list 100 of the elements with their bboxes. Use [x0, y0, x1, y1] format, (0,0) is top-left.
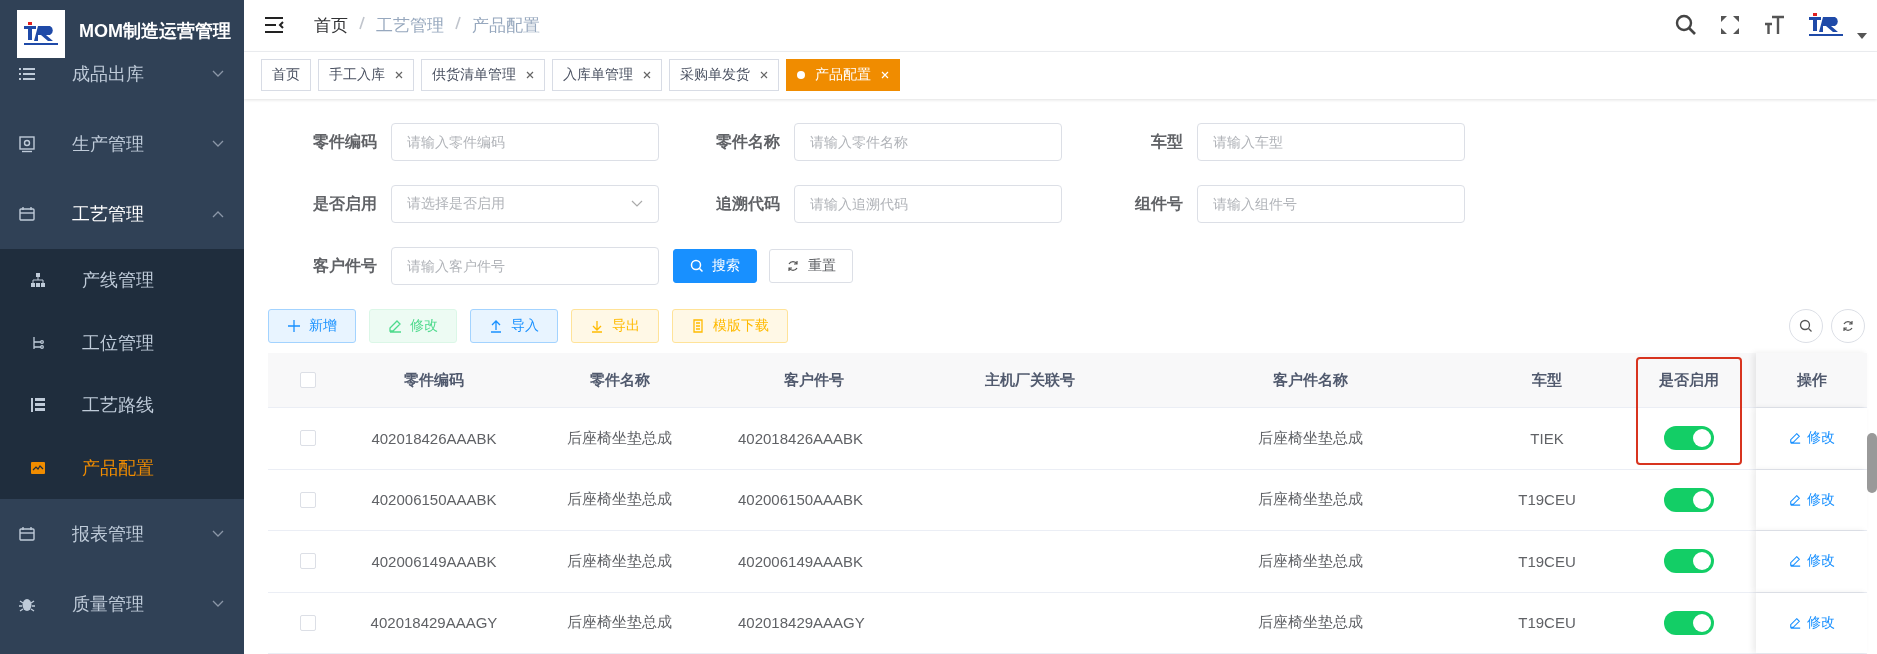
breadcrumb-item[interactable]: 首页	[314, 13, 348, 37]
pencil-icon	[1788, 555, 1801, 568]
input-field[interactable]: 请输入组件号	[1197, 185, 1465, 223]
pencil-icon	[1788, 432, 1801, 445]
refresh-icon	[786, 259, 800, 273]
refresh-button[interactable]	[1831, 309, 1865, 343]
submenu-label: 工位管理	[82, 331, 154, 355]
caret-icon[interactable]	[1857, 33, 1867, 40]
submenu-label: 产品配置	[82, 456, 154, 480]
user-logo[interactable]	[1807, 13, 1845, 38]
filter-label: 追溯代码	[715, 193, 780, 214]
upload-icon	[489, 319, 503, 333]
app-title: MOM制造运营管理	[79, 20, 231, 43]
table-cell: 402018429AAAGY	[370, 614, 498, 632]
menu-label: 工艺管理	[72, 203, 145, 226]
download-icon	[590, 319, 604, 333]
submenu-label: 工艺路线	[82, 394, 154, 418]
table-cell: 402018429AAAGY	[738, 614, 865, 632]
search-icon	[1799, 319, 1813, 333]
toggle-switch[interactable]	[1664, 426, 1714, 451]
menu-item[interactable]: 生产管理	[0, 109, 244, 179]
page-tab[interactable]: 手工入库	[318, 59, 414, 92]
submenu-item[interactable]: 产品配置	[0, 436, 244, 499]
pencil-icon	[1788, 493, 1801, 506]
menu-icon	[30, 459, 46, 476]
table-cell: 402006149AAABK	[738, 552, 864, 570]
filter-label: 零件名称	[715, 131, 780, 152]
menu-icon	[18, 525, 36, 543]
plus-icon	[287, 319, 301, 333]
input-field[interactable]: 请输入零件编码	[391, 123, 659, 161]
close-icon[interactable]	[395, 71, 403, 80]
input-field[interactable]: 请输入客户件号	[391, 247, 659, 285]
checkbox[interactable]	[299, 430, 316, 447]
fullscreen-icon[interactable]	[1719, 14, 1741, 37]
edit-link[interactable]: 修改	[1788, 490, 1835, 509]
column-header: 操作	[1796, 370, 1827, 390]
menu-icon	[18, 205, 36, 223]
menu-item[interactable]: 工艺管理	[0, 179, 244, 249]
page-tab[interactable]: 供货清单管理	[421, 59, 545, 92]
pencil-icon	[388, 319, 402, 333]
pencil-icon	[1788, 616, 1801, 629]
input-field[interactable]: 请输入追溯代码	[794, 185, 1062, 223]
edit-link[interactable]: 修改	[1788, 429, 1835, 448]
column-header: 客户件号	[784, 370, 844, 390]
column-header: 是否启用	[1659, 370, 1719, 390]
table-cell: 402006149AAABK	[371, 552, 497, 570]
table-cell: 后座椅坐垫总成	[1258, 613, 1363, 633]
menu-label: 生产管理	[72, 133, 145, 156]
menu-item[interactable]: 报表管理	[0, 499, 244, 569]
edit-link[interactable]: 修改	[1788, 613, 1835, 632]
menu-icon	[18, 135, 36, 153]
table-cell: 后座椅坐垫总成	[1258, 490, 1363, 510]
font-size-icon[interactable]	[1763, 14, 1785, 37]
toggle-switch[interactable]	[1664, 610, 1714, 635]
filter-label: 车型	[1150, 131, 1183, 152]
column-header: 零件名称	[589, 370, 650, 390]
menu-icon	[30, 272, 46, 289]
submenu-item[interactable]: 工位管理	[0, 311, 244, 374]
column-header: 主机厂关联号	[984, 370, 1075, 390]
submenu-label: 产线管理	[82, 269, 154, 293]
column-header: 客户件名称	[1273, 370, 1348, 390]
input-field[interactable]: 请输入车型	[1197, 123, 1465, 161]
search-icon[interactable]	[1675, 14, 1697, 37]
checkbox[interactable]	[299, 553, 316, 570]
page-tab[interactable]: 采购单发货	[669, 59, 779, 92]
menu-item[interactable]: 质量管理	[0, 569, 244, 639]
close-icon[interactable]	[643, 71, 651, 80]
filter-label: 零件编码	[312, 131, 377, 152]
reset-button[interactable]: 重置	[769, 249, 853, 283]
filter-label: 客户件号	[312, 255, 377, 276]
search-button[interactable]: 搜索	[673, 249, 757, 283]
table-cell: TIEK	[1530, 429, 1564, 447]
submenu-item[interactable]: 工艺路线	[0, 374, 244, 437]
toggle-switch[interactable]	[1664, 487, 1714, 512]
close-icon[interactable]	[526, 71, 534, 80]
page-tab[interactable]: 首页	[261, 59, 311, 92]
table-cell: 402018426AAABK	[371, 429, 497, 447]
submenu-item[interactable]: 产线管理	[0, 249, 244, 312]
table-cell: 402018426AAABK	[738, 429, 864, 447]
menu-icon[interactable]	[264, 17, 284, 34]
table-cell: 后座椅坐垫总成	[567, 428, 672, 448]
checkbox[interactable]	[299, 372, 316, 388]
input-field[interactable]: 请输入零件名称	[794, 123, 1062, 161]
search-toggle-button[interactable]	[1789, 309, 1823, 343]
table-cell: 402006150AAABK	[738, 491, 864, 509]
close-icon[interactable]	[760, 71, 768, 80]
menu-icon	[30, 397, 46, 414]
checkbox[interactable]	[299, 491, 316, 508]
page-tab[interactable]: 入库单管理	[552, 59, 662, 92]
toggle-switch[interactable]	[1664, 549, 1714, 574]
menu-icon	[30, 334, 46, 351]
menu-label: 成品出库	[72, 63, 145, 86]
table-cell: 后座椅坐垫总成	[567, 490, 672, 510]
edit-link[interactable]: 修改	[1788, 552, 1835, 571]
filter-label: 是否启用	[312, 193, 377, 214]
checkbox[interactable]	[299, 614, 316, 631]
table-cell: 后座椅坐垫总成	[567, 613, 672, 633]
table-cell: 402006150AAABK	[371, 491, 497, 509]
refresh-icon	[1841, 319, 1855, 333]
search-icon	[690, 259, 704, 273]
